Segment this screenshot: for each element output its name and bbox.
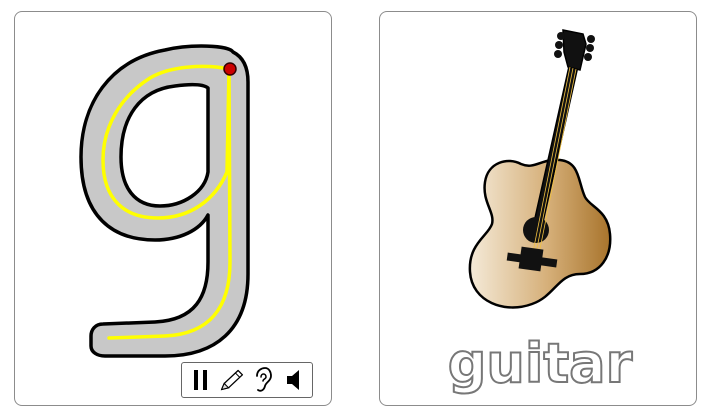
guitar-headstock <box>562 29 587 71</box>
letter-card <box>14 11 332 406</box>
guitar-icon[interactable] <box>380 12 698 332</box>
letter-g-tracing[interactable] <box>15 12 333 407</box>
letter-g-shape <box>79 44 250 358</box>
pencil-button[interactable] <box>219 366 245 394</box>
word-label-graphic: guitar <box>447 331 634 396</box>
speaker-button[interactable] <box>280 366 306 394</box>
ear-icon <box>256 367 273 392</box>
tracing-toolbar <box>181 362 313 398</box>
pause-icon <box>194 370 208 390</box>
word-label: guitar <box>448 332 633 395</box>
speaker-icon <box>286 370 299 390</box>
ear-button[interactable] <box>249 366 275 394</box>
pencil-icon <box>220 369 243 391</box>
pause-button[interactable] <box>188 366 214 394</box>
start-dot <box>223 62 237 76</box>
picture-card: guitar <box>379 11 697 406</box>
sound-hole <box>523 217 549 243</box>
